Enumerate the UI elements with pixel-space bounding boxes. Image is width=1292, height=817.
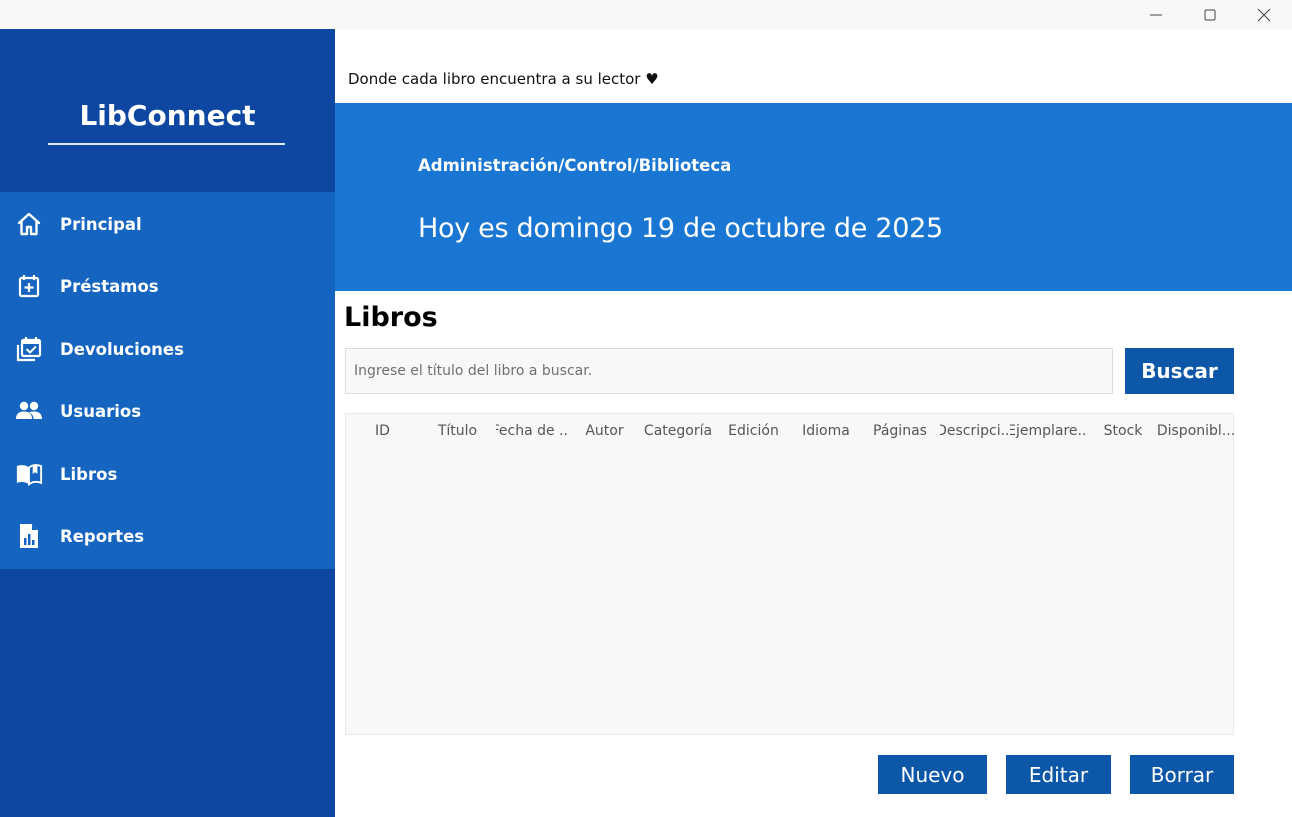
report-icon (15, 522, 43, 550)
book-icon (15, 460, 43, 488)
sidebar-item-usuarios[interactable]: Usuarios (0, 380, 335, 442)
sidebar-item-label: Préstamos (60, 276, 159, 296)
search-input[interactable] (345, 348, 1113, 394)
sidebar-nav: Principal Préstamos Devoluciones Usuario… (0, 192, 335, 569)
window-titlebar (0, 0, 1292, 29)
calendar-add-icon (15, 272, 43, 300)
close-icon[interactable] (1241, 0, 1287, 29)
page-title: Libros (344, 302, 438, 333)
brand-area: LibConnect (0, 29, 335, 192)
column-header[interactable]: Categoría (641, 414, 715, 448)
header-banner: Administración/Control/Biblioteca Hoy es… (335, 103, 1292, 291)
sidebar-item-label: Libros (60, 464, 118, 484)
table-header: ID Título Fecha de ... Autor Categoría E… (346, 414, 1235, 448)
sidebar: LibConnect Principal Préstamos Devolucio… (0, 29, 335, 817)
sidebar-item-libros[interactable]: Libros (0, 443, 335, 505)
breadcrumb: Administración/Control/Biblioteca (418, 156, 732, 175)
users-icon (15, 397, 43, 425)
column-header[interactable]: Edición (715, 414, 792, 448)
brand-divider (48, 143, 285, 145)
sidebar-item-prestamos[interactable]: Préstamos (0, 255, 335, 317)
calendar-check-icon (15, 335, 43, 363)
tagline: Donde cada libro encuentra a su lector ♥ (348, 70, 659, 88)
sidebar-item-label: Devoluciones (60, 339, 184, 359)
new-button[interactable]: Nuevo (878, 755, 987, 794)
delete-button[interactable]: Borrar (1130, 755, 1234, 794)
app-logo-text: LibConnect (79, 99, 256, 132)
sidebar-item-reportes[interactable]: Reportes (0, 505, 335, 567)
column-header[interactable]: Autor (568, 414, 641, 448)
sidebar-item-label: Reportes (60, 526, 145, 546)
sidebar-item-label: Usuarios (60, 401, 142, 421)
current-date: Hoy es domingo 19 de octubre de 2025 (418, 213, 943, 244)
minimize-icon[interactable] (1133, 0, 1179, 29)
column-header[interactable]: Ejemplare... (1010, 414, 1088, 448)
column-header[interactable]: ID (346, 414, 419, 448)
books-table[interactable]: ID Título Fecha de ... Autor Categoría E… (345, 413, 1234, 735)
edit-button[interactable]: Editar (1006, 755, 1111, 794)
column-header[interactable]: Páginas (860, 414, 940, 448)
column-header[interactable]: Fecha de ... (496, 414, 568, 448)
column-header[interactable]: Título (419, 414, 496, 448)
maximize-icon[interactable] (1187, 0, 1233, 29)
search-button[interactable]: Buscar (1125, 348, 1234, 394)
column-header[interactable]: Stock (1088, 414, 1158, 448)
home-icon (15, 210, 43, 238)
column-header[interactable]: Idioma (792, 414, 860, 448)
sidebar-item-devoluciones[interactable]: Devoluciones (0, 318, 335, 380)
column-header[interactable]: Descripci... (940, 414, 1010, 448)
column-header[interactable]: Disponibl... (1158, 414, 1234, 448)
sidebar-item-label: Principal (60, 214, 142, 234)
sidebar-item-principal[interactable]: Principal (0, 193, 335, 255)
